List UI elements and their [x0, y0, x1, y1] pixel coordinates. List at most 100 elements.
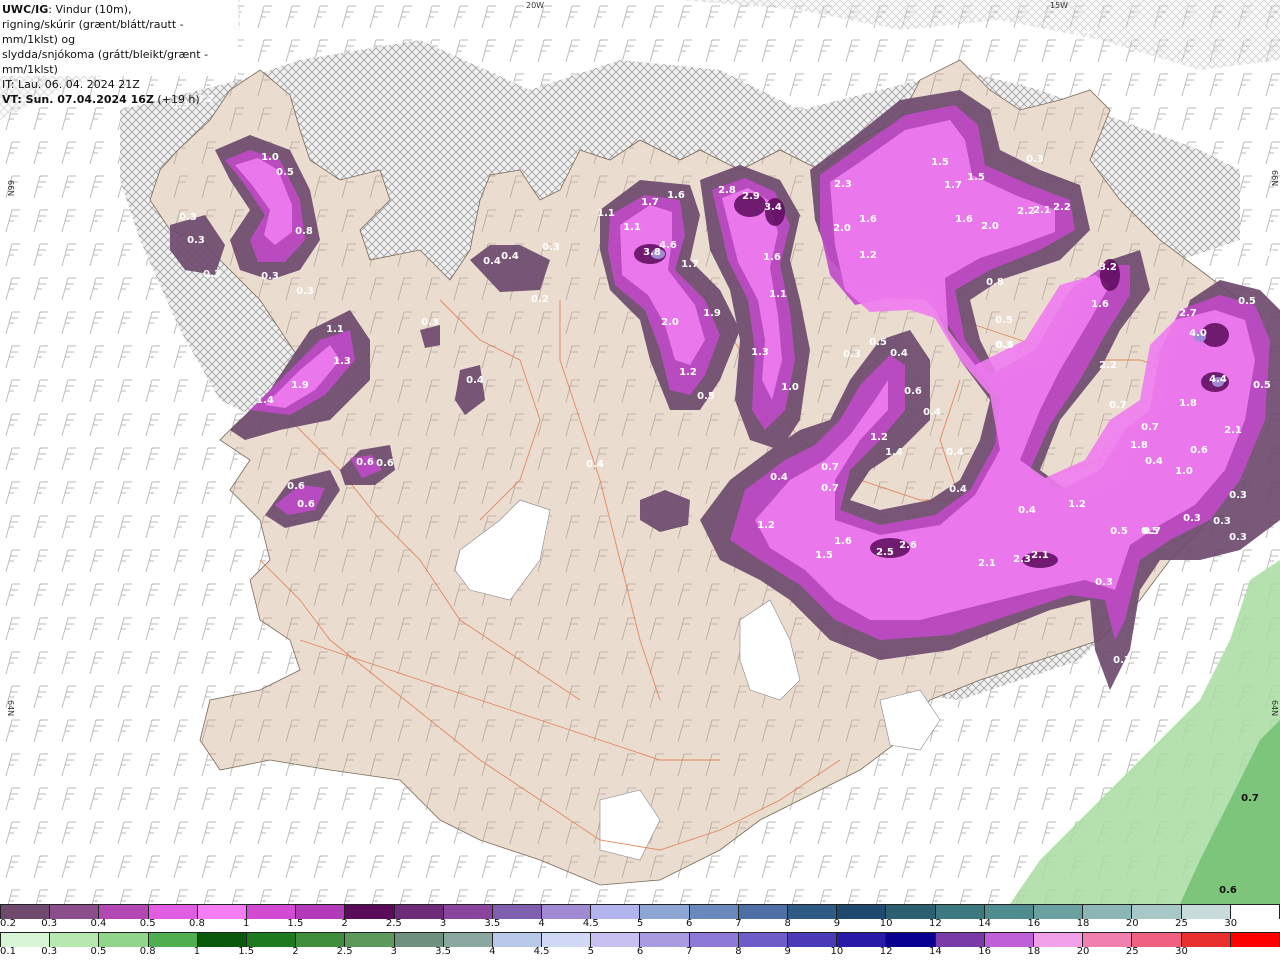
colorbar-tick-label: 0.8 — [188, 918, 205, 929]
precip-value-label: 2.6 — [899, 540, 917, 551]
precip-value-label: 0.4 — [483, 256, 501, 267]
colorbar-tick-label: 0.3 — [41, 918, 58, 929]
colorbar-swatch — [246, 905, 297, 919]
precip-value-label: 0.5 — [697, 391, 715, 402]
precip-value-label: 1.5 — [931, 157, 949, 168]
colorbar-tick-label: 1.5 — [287, 918, 304, 929]
precip-value-label: 0.4 — [1018, 505, 1036, 516]
precip-value-label: 2.1 — [1031, 550, 1049, 561]
precip-value-label: 1.6 — [667, 190, 685, 201]
colorbar-tick-label: 10 — [830, 946, 844, 957]
colorbar-swatch — [99, 905, 149, 919]
precip-value-label: 1.6 — [763, 252, 781, 263]
precip-value-label: 1.8 — [1179, 398, 1197, 409]
colorbar-swatch — [935, 905, 985, 919]
colorbar-swatch — [197, 905, 247, 919]
colorbar-swatch — [492, 933, 543, 947]
precip-value-label: 1.2 — [859, 250, 877, 261]
precip-value-label: 2.0 — [833, 223, 851, 234]
colorbar-tick-label: 1 — [242, 918, 250, 929]
colorbar-rain — [0, 932, 1280, 947]
colorbar-swatch — [394, 933, 444, 947]
colorbar-tick-label: 2.5 — [385, 918, 402, 929]
colorbar-tick-label: 0.5 — [139, 918, 156, 929]
lat-label-64n-right: 64N — [1270, 700, 1279, 716]
precip-value-label: 0.4 — [923, 407, 941, 418]
lat-label-66n-left: 66N — [6, 180, 15, 196]
colorbar-tick-label: 0.2 — [0, 918, 16, 929]
colorbar-tick-label: 0.1 — [0, 946, 16, 957]
colorbar-tick-label: 4.5 — [582, 918, 599, 929]
colorbar-tick-label: 30 — [1224, 918, 1238, 929]
colorbar-tick-label: 2.5 — [336, 946, 353, 957]
colorbar-tick-label: 0.4 — [90, 918, 107, 929]
precip-value-label: 1.5 — [815, 550, 833, 561]
precip-value-label: 0.7 — [1241, 793, 1259, 804]
colorbar-tick-label: 9 — [784, 946, 791, 957]
precip-value-label: 0.2 — [1073, 30, 1091, 41]
weather-map[interactable]: 20W 15W 66N 66N 64N 64N 0.2 0.3 0.2 0.3 1.0 0… — [0, 0, 1280, 904]
colorbar-swatch — [1083, 933, 1133, 947]
colorbar-tick-label: 4 — [489, 946, 496, 957]
precip-value-label: 0.6 — [1219, 885, 1237, 896]
colorbar-tick-label: 5 — [636, 918, 644, 929]
colorbar-tick-label: 2 — [292, 946, 299, 957]
colorbar-tick-label: 0.8 — [139, 946, 156, 957]
precip-value-label: 2.3 — [1013, 554, 1031, 565]
precip-value-label: 4.0 — [1189, 328, 1207, 339]
colorbar-tick-label: 0.5 — [90, 946, 107, 957]
colorbar-swatch — [1230, 933, 1280, 947]
precip-value-label: 1.0 — [781, 382, 799, 393]
precip-value-label: 0.3 — [261, 271, 279, 282]
colorbar-swatch — [886, 933, 936, 947]
colorbar-swatch — [1230, 905, 1280, 919]
precip-value-label: 1.8 — [1130, 440, 1148, 451]
colorbar-snow — [0, 904, 1280, 919]
precip-value-label: 1.9 — [703, 308, 721, 319]
colorbar-swatch — [394, 905, 444, 919]
model-label: UWC/IG — [2, 3, 49, 16]
precip-value-label: 1.1 — [597, 208, 615, 219]
colorbar-swatch — [50, 933, 100, 947]
precip-value-label: 0.5 — [995, 315, 1013, 326]
precip-value-label: 0.3 — [542, 242, 560, 253]
colorbar-swatch — [0, 905, 51, 919]
colorbar-tick-label: 18 — [1027, 946, 1041, 957]
precip-value-label: 1.3 — [333, 356, 351, 367]
precip-value-label: 1.0 — [261, 152, 279, 163]
colorbar-swatch — [788, 905, 838, 919]
colorbar-tick-label: 30 — [1175, 946, 1188, 957]
colorbar-swatch — [1181, 905, 1231, 919]
precip-value-label: 2.5 — [876, 547, 894, 558]
colorbar-swatch — [345, 905, 395, 919]
precip-value-label: 1.4 — [256, 395, 274, 406]
precip-value-label: 4.6 — [659, 240, 677, 251]
colorbar-swatch — [0, 933, 51, 947]
colorbar-swatch — [788, 933, 838, 947]
precip-value-label: 1.6 — [1091, 299, 1109, 310]
precip-value-label: 2.0 — [661, 317, 679, 328]
precip-value-label: 0.7 — [821, 483, 839, 494]
colorbar-swatch — [296, 933, 346, 947]
precip-value-label: 4.4 — [1209, 374, 1227, 385]
precip-value-label: 1.9 — [291, 380, 309, 391]
precip-value-label: 1.2 — [1068, 499, 1086, 510]
precip-value-label: 1.2 — [757, 520, 775, 531]
colorbar-swatch — [1132, 905, 1182, 919]
colorbar-swatch — [443, 933, 493, 947]
colorbar-tick-label: 16 — [1027, 918, 1041, 929]
colorbar-swatch — [542, 933, 592, 947]
precip-value-label: 0.6 — [1190, 445, 1208, 456]
precip-value-label: 0.7 — [1141, 422, 1159, 433]
precip-value-label: 0.3 — [995, 340, 1013, 351]
precip-value-label: 0.7 — [821, 462, 839, 473]
colorbar-swatch — [1181, 933, 1231, 947]
colorbar-swatch — [99, 933, 149, 947]
precip-value-label: 0.8 — [986, 277, 1004, 288]
colorbar-tick-label: 10 — [879, 918, 893, 929]
precip-value-label: 0.8 — [295, 226, 313, 237]
colorbar-swatch — [296, 905, 346, 919]
info-panel: UWC/IG: Vindur (10m), rigning/skúrir (gr… — [0, 0, 238, 106]
colorbar-tick-label: 18 — [1076, 918, 1090, 929]
colorbar-rain-labels: 0.1 0.3 0.5 0.8 1 1.5 2 2.5 3 3.5 4 4.5 5 6 7 8 9 10 12 14 1… — [0, 946, 1280, 960]
